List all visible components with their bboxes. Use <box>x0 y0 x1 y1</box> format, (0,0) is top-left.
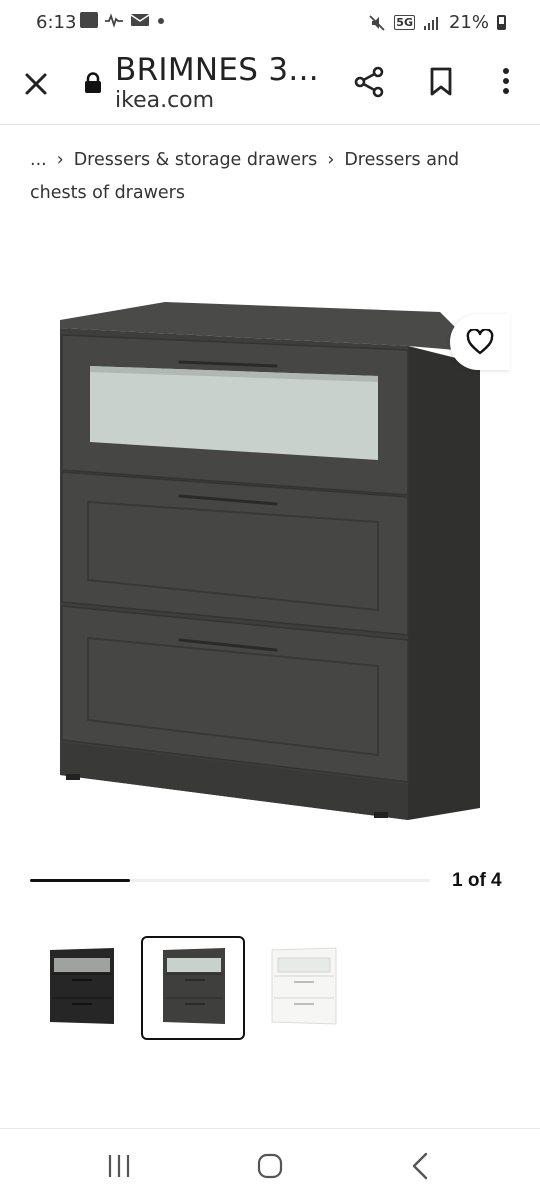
gallery-pager: 1 of 4 <box>452 870 502 891</box>
close-button[interactable] <box>20 66 52 98</box>
breadcrumb-item-dressers-storage[interactable]: Dressers & storage drawers <box>74 150 318 170</box>
lock-icon <box>85 72 101 93</box>
more-options-button[interactable] <box>494 64 518 98</box>
breadcrumb-ellipsis[interactable]: ... <box>30 150 47 170</box>
voicemail-icon <box>105 13 123 28</box>
mail-icon <box>130 14 150 26</box>
share-button[interactable] <box>352 64 386 98</box>
status-right: 5G 21% <box>368 12 506 33</box>
page-domain[interactable]: ikea.com <box>115 88 214 113</box>
signal-icon <box>423 16 438 30</box>
thumbnail-dark-gray[interactable] <box>141 936 245 1040</box>
bookmark-button[interactable] <box>424 64 458 98</box>
breadcrumb: ... › Dressers & storage drawers › Dressers … <box>30 144 500 210</box>
thumbnail-black[interactable] <box>36 936 140 1040</box>
network-type: 5G <box>394 15 415 30</box>
recent-apps-button[interactable] <box>104 1151 134 1181</box>
status-bar: 6:13 5G 21% <box>0 0 540 48</box>
product-image[interactable] <box>40 290 500 830</box>
home-button[interactable] <box>255 1151 285 1181</box>
dot-icon <box>158 18 164 24</box>
battery-percent: 21% <box>448 12 489 33</box>
browser-toolbar: BRIMNES 3... ikea.com <box>0 48 540 125</box>
thumbnail-black-image <box>50 948 114 1024</box>
notification-icons <box>80 12 166 28</box>
favorite-button[interactable] <box>450 314 510 370</box>
back-button[interactable] <box>406 1151 436 1181</box>
chevron-right-icon: › <box>327 150 335 170</box>
thumbnail-white-image <box>271 947 337 1025</box>
battery-icon <box>497 15 506 30</box>
thumbnail-white[interactable] <box>258 936 362 1040</box>
heart-icon <box>466 329 494 355</box>
chevron-right-icon: › <box>56 150 64 170</box>
mute-icon <box>369 14 385 31</box>
thumbnail-dark-gray-image <box>163 948 225 1024</box>
gallery-progress-bar <box>30 879 430 882</box>
page-title[interactable]: BRIMNES 3... <box>115 52 319 88</box>
status-time: 6:13 <box>36 12 77 33</box>
system-navigation-bar <box>0 1128 540 1201</box>
gallery-progress-fill <box>30 879 130 882</box>
app-notification-icon <box>80 12 98 28</box>
